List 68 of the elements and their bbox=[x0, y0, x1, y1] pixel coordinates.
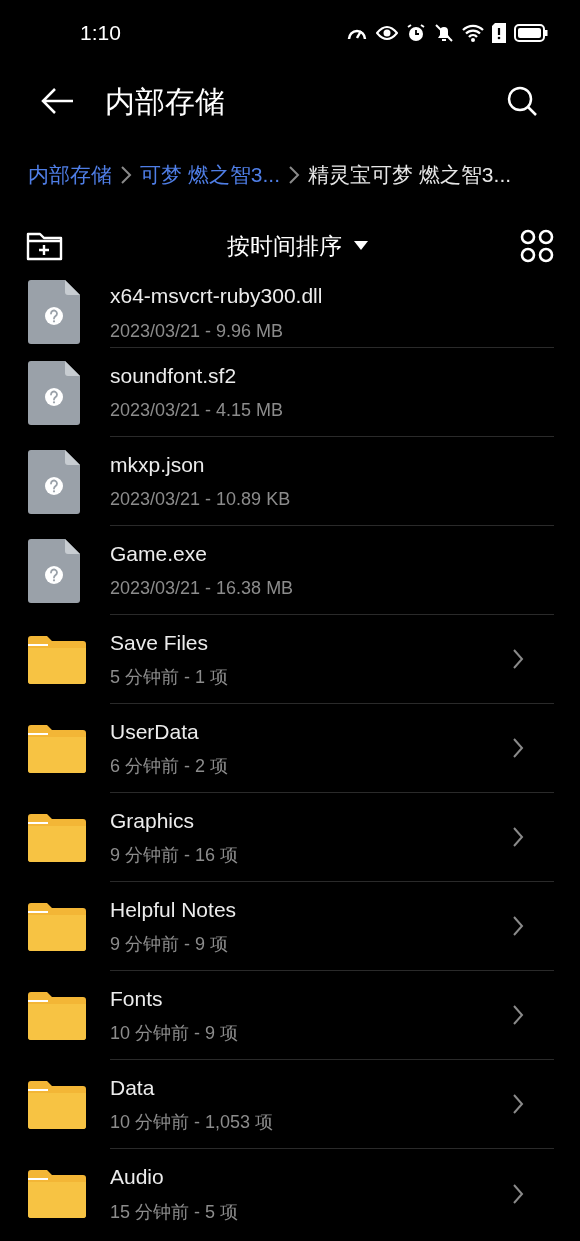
file-name: Audio bbox=[110, 1164, 165, 1191]
chevron-icon bbox=[512, 826, 524, 848]
file-meta: 5 分钟前 - 1 项 bbox=[110, 666, 230, 690]
status-time: 1:10 bbox=[80, 20, 121, 47]
file-meta: 15 分钟前 - 5 项 bbox=[110, 1200, 240, 1224]
file-name: mkxp.json bbox=[110, 451, 206, 478]
battery-icon bbox=[514, 24, 548, 42]
file-meta: 10 分钟前 - 1,053 项 bbox=[110, 1111, 275, 1135]
file-row[interactable]: Audio 15 分钟前 - 5 项 bbox=[0, 1149, 580, 1238]
unknown-file-icon bbox=[28, 538, 80, 603]
folder-icon bbox=[28, 724, 86, 773]
file-meta: 6 分钟前 - 2 项 bbox=[110, 755, 230, 779]
folder-icon bbox=[28, 813, 86, 862]
file-row[interactable]: UserData 6 分钟前 - 2 项 bbox=[0, 704, 580, 793]
file-name: x64-msvcrt-ruby300.dll bbox=[110, 283, 324, 310]
file-meta: 9 分钟前 - 9 项 bbox=[110, 933, 230, 957]
breadcrumb-item[interactable]: 精灵宝可梦 燃之智3... bbox=[308, 159, 512, 191]
grid-view-button[interactable] bbox=[520, 229, 554, 263]
chevron-icon bbox=[120, 165, 132, 185]
file-meta: 9 分钟前 - 16 项 bbox=[110, 844, 240, 868]
folder-icon bbox=[28, 1080, 86, 1129]
chevron-icon bbox=[512, 915, 524, 937]
chevron-icon bbox=[512, 1182, 524, 1205]
file-name: Game.exe bbox=[110, 540, 208, 567]
file-row[interactable]: soundfont.sf2 2023/03/21 - 4.15 MB bbox=[0, 348, 580, 437]
new-folder-button[interactable] bbox=[26, 230, 64, 262]
folder-icon bbox=[28, 902, 86, 951]
file-name: UserData bbox=[110, 718, 200, 745]
file-row[interactable]: Helpful Notes 9 分钟前 - 9 项 bbox=[0, 882, 580, 971]
alarm-icon bbox=[406, 23, 426, 43]
file-name: Save Files bbox=[110, 629, 210, 656]
breadcrumb-item[interactable]: 内部存储 bbox=[28, 159, 112, 191]
caret-icon bbox=[353, 241, 368, 251]
file-name: Graphics bbox=[110, 807, 196, 834]
sim-alert-icon bbox=[492, 23, 506, 43]
file-row[interactable]: Fonts 10 分钟前 - 9 项 bbox=[0, 971, 580, 1060]
file-meta: 10 分钟前 - 9 项 bbox=[110, 1022, 240, 1046]
chevron-icon bbox=[512, 1004, 524, 1026]
file-row[interactable]: Data 10 分钟前 - 1,053 项 bbox=[0, 1060, 580, 1149]
sort-dropdown[interactable]: 按时间排序 bbox=[226, 228, 368, 264]
file-row[interactable]: Game.exe 2023/03/21 - 16.38 MB bbox=[0, 526, 580, 615]
file-row[interactable]: mkxp.json 2023/03/21 - 10.89 KB bbox=[0, 437, 580, 526]
file-row[interactable]: Save Files 5 分钟前 - 1 项 bbox=[0, 615, 580, 704]
file-row[interactable]: Graphics 9 分钟前 - 16 项 bbox=[0, 793, 580, 882]
file-meta: 2023/03/21 - 4.15 MB bbox=[110, 399, 285, 423]
file-row[interactable]: x64-msvcrt-ruby300.dll 2023/03/21 - 9.96 MB bbox=[0, 278, 580, 348]
folder-icon bbox=[28, 1169, 86, 1218]
file-meta: 2023/03/21 - 16.38 MB bbox=[110, 577, 295, 601]
file-meta: 2023/03/21 - 9.96 MB bbox=[110, 319, 285, 343]
wifi-icon bbox=[462, 23, 484, 43]
unknown-file-icon bbox=[28, 280, 80, 344]
chevron-icon bbox=[512, 1093, 524, 1115]
muted-bell-icon bbox=[434, 23, 454, 43]
chevron-icon bbox=[512, 648, 524, 670]
chevron-icon bbox=[512, 737, 524, 759]
page-title: 内部存储 bbox=[105, 83, 226, 120]
eye-icon bbox=[376, 25, 398, 41]
file-meta: 2023/03/21 - 10.89 KB bbox=[110, 488, 292, 512]
breadcrumb-item[interactable]: 可梦 燃之智3... bbox=[140, 159, 281, 191]
unknown-file-icon bbox=[28, 449, 80, 514]
file-name: Data bbox=[110, 1074, 156, 1101]
chevron-icon bbox=[288, 165, 301, 185]
folder-icon bbox=[28, 991, 86, 1040]
file-name: Fonts bbox=[110, 985, 164, 1012]
unknown-file-icon bbox=[28, 360, 80, 425]
folder-icon bbox=[28, 635, 86, 684]
file-name: Helpful Notes bbox=[110, 896, 238, 923]
file-name: soundfont.sf2 bbox=[110, 362, 238, 389]
